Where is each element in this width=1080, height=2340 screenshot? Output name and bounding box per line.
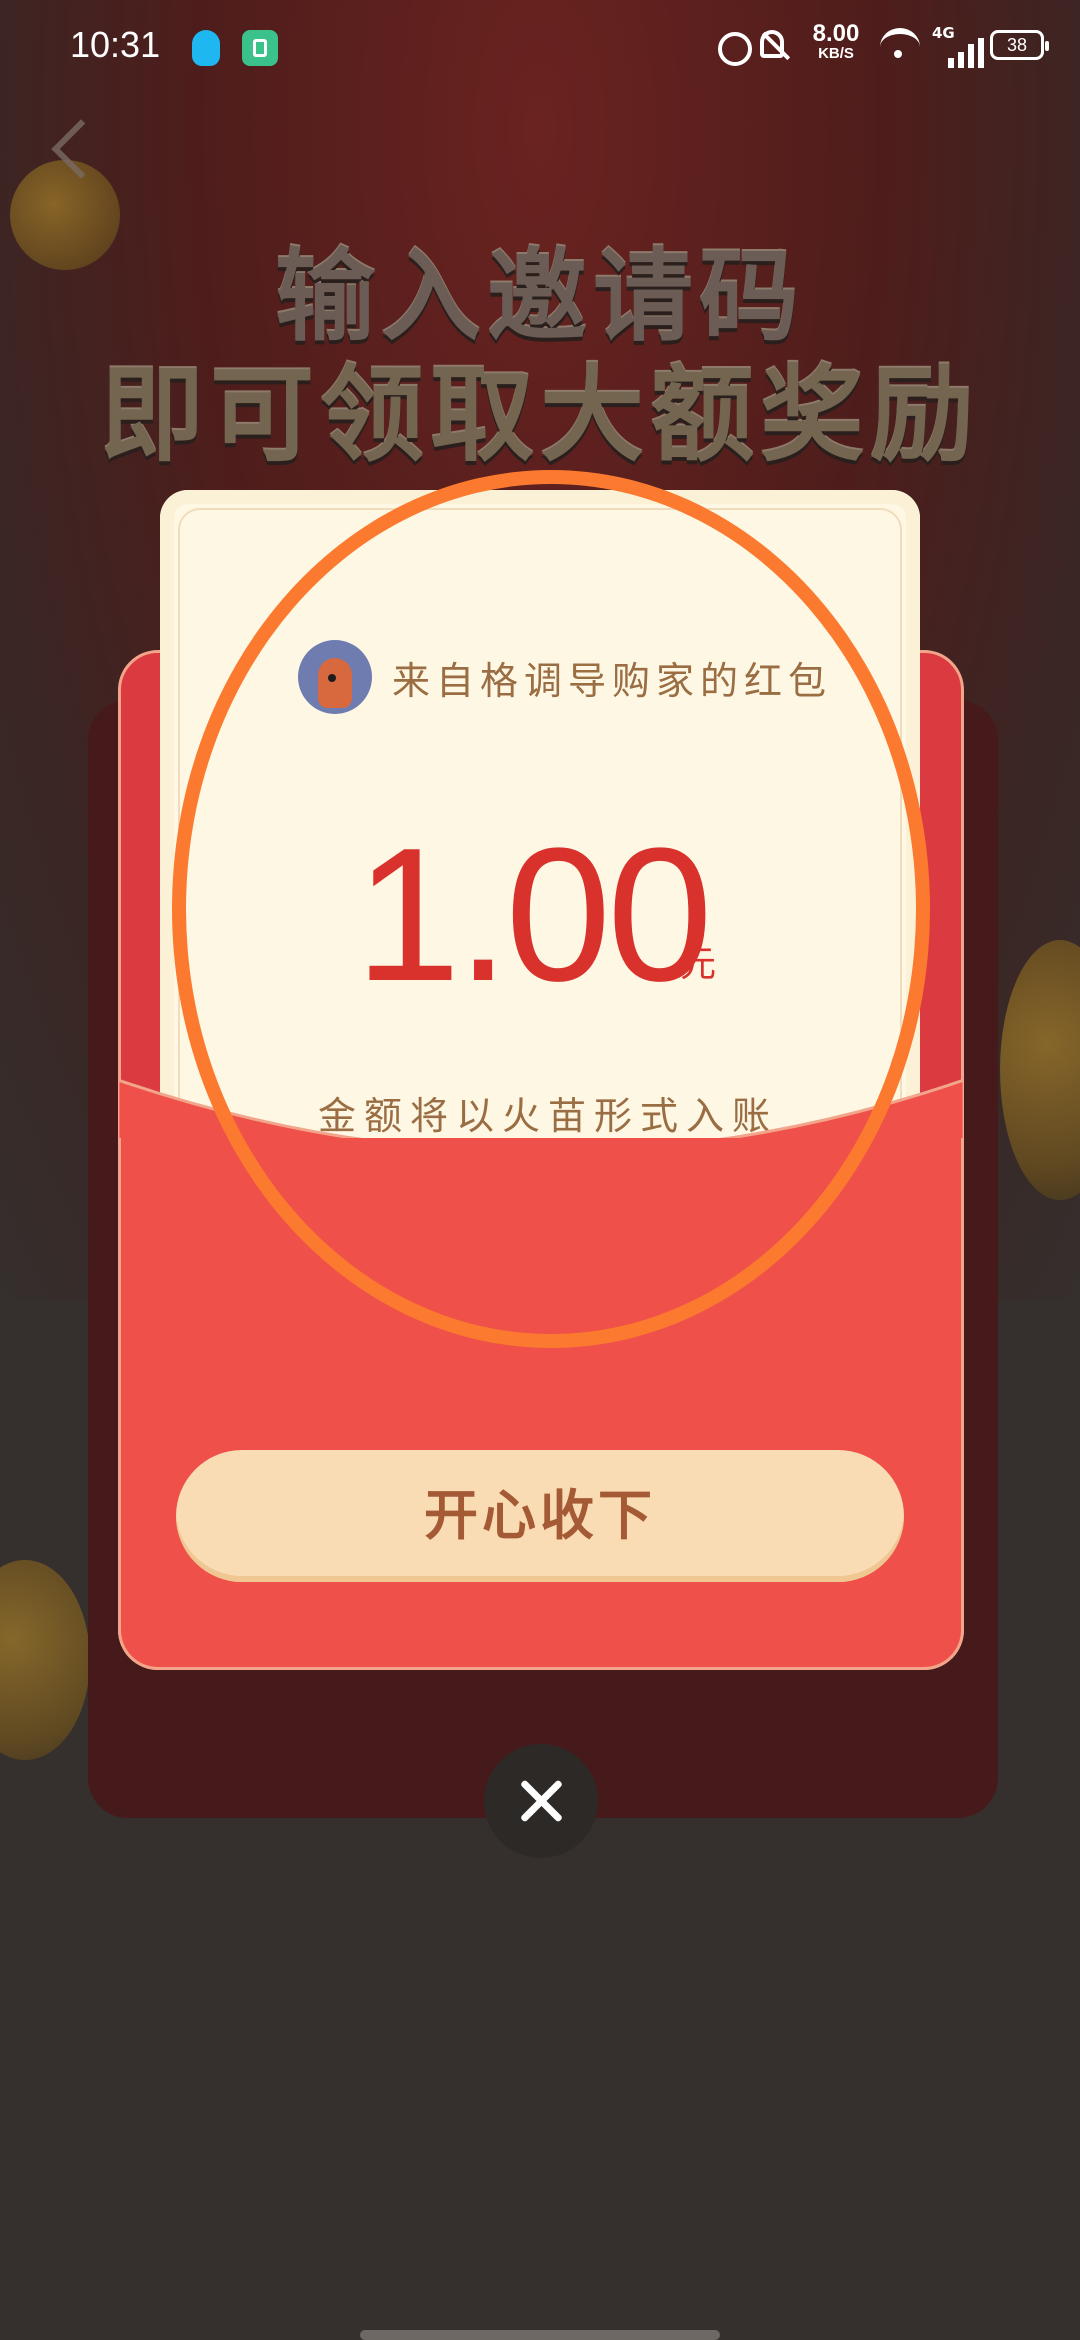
network-speed: 8.00 KB/S [806, 20, 866, 64]
collect-button[interactable]: 开心收下 [176, 1450, 904, 1582]
annotation-ellipse [172, 470, 930, 1348]
app-notification-icon [242, 30, 278, 66]
headline-line-2: 即可领取大额奖励 [99, 354, 980, 476]
decorative-coin [0, 1560, 90, 1760]
home-indicator[interactable] [360, 2330, 720, 2340]
battery-icon: 38 [990, 30, 1049, 60]
signal-icon [934, 38, 984, 68]
close-icon[interactable] [484, 1744, 598, 1858]
status-bar: 10:31 8.00 KB/S 4G 38 [0, 0, 1080, 96]
alarm-icon [718, 32, 752, 66]
speed-unit: KB/S [818, 45, 854, 62]
wifi-icon [880, 28, 920, 66]
speed-value: 8.00 [812, 20, 860, 47]
qq-icon [192, 30, 220, 66]
status-time: 10:31 [70, 24, 161, 65]
mute-icon [760, 30, 784, 58]
